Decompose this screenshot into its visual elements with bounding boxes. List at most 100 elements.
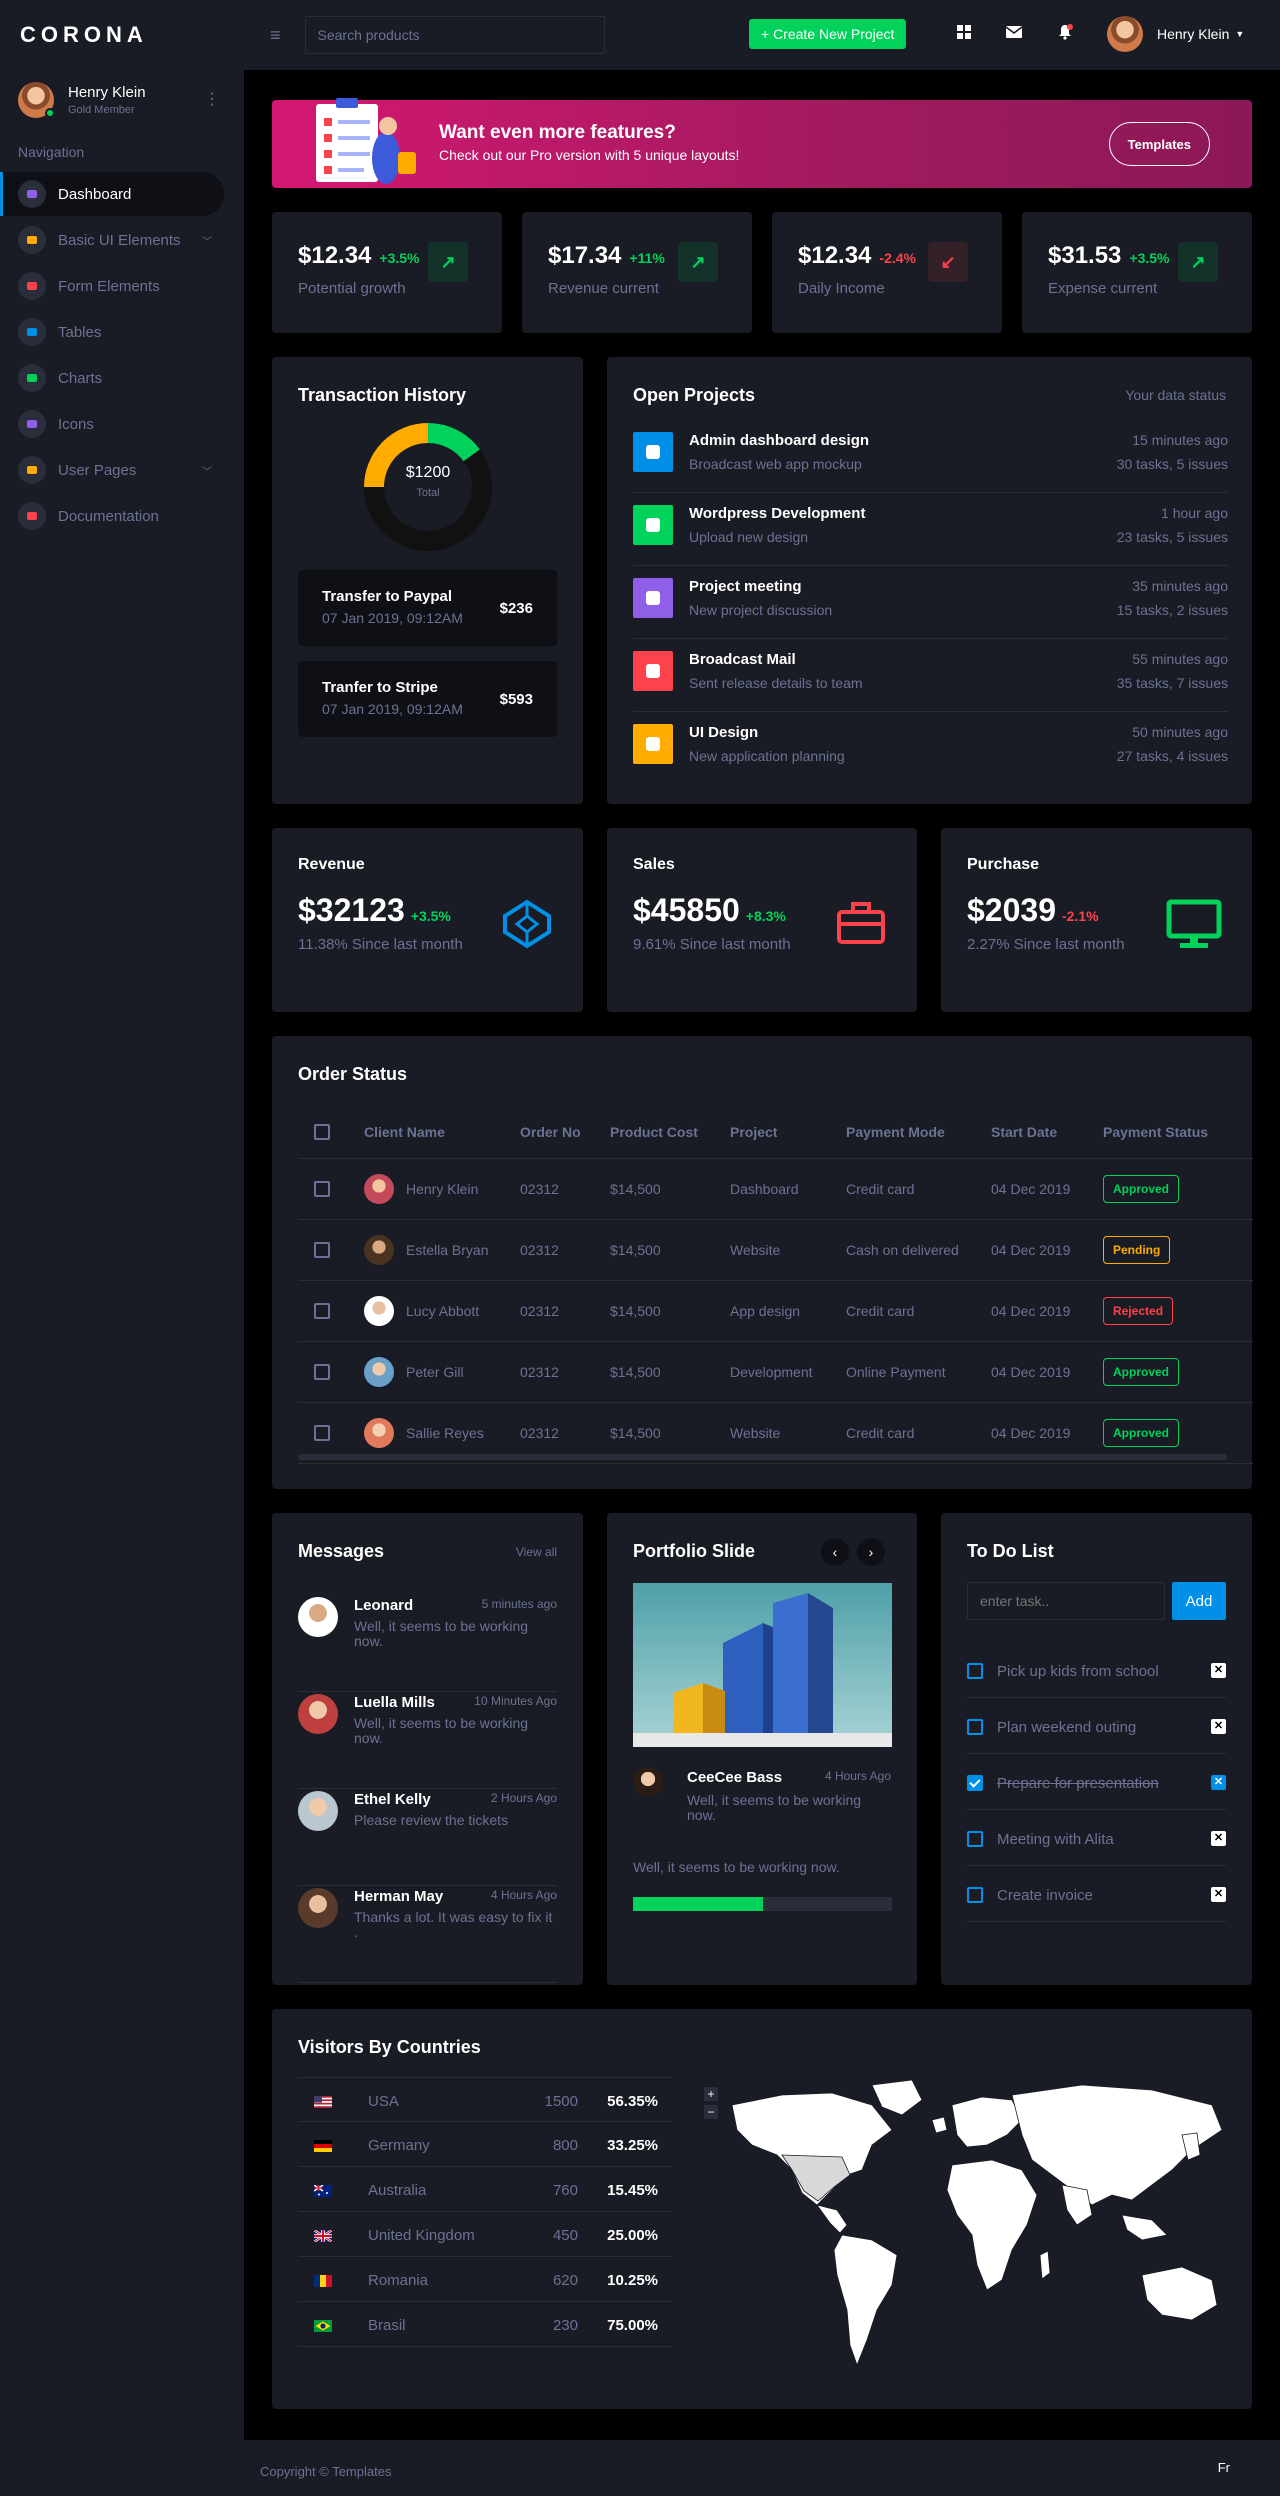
create-project-button[interactable]: + Create New Project <box>749 19 907 49</box>
remove-task-icon[interactable]: ✕ <box>1211 1887 1226 1902</box>
next-slide-icon[interactable]: › <box>857 1538 885 1566</box>
row-checkbox[interactable] <box>314 1303 330 1320</box>
map-zoom-out-button[interactable]: − <box>704 2105 718 2119</box>
search-input[interactable] <box>304 16 605 54</box>
todo-checkbox[interactable] <box>967 1831 983 1847</box>
nav-title: Navigation <box>18 144 85 160</box>
mini-stat-card: Revenue $32123 +3.5% 11.38% Since last mo… <box>272 828 583 1012</box>
mail-icon[interactable] <box>1004 22 1024 42</box>
menu-toggle-icon[interactable]: ≡ <box>270 25 281 46</box>
message-item[interactable]: Ethel Kelly 2 Hours Ago Please review th… <box>298 1789 557 1886</box>
view-all-link[interactable]: View all <box>516 1545 557 1559</box>
messages-card: Messages View all Leonard 5 minutes ago … <box>272 1513 583 1985</box>
remove-task-icon[interactable]: ✕ <box>1211 1719 1226 1734</box>
map-zoom-in-button[interactable]: + <box>704 2087 718 2101</box>
todo-checkbox[interactable] <box>967 1719 983 1735</box>
caret-down-icon: ▼ <box>1235 29 1245 39</box>
sidebar-item-label: Tables <box>58 323 102 341</box>
transaction-item[interactable]: Transfer to Paypal 07 Jan 2019, 09:12AM … <box>298 570 557 646</box>
table-row[interactable]: Peter Gill 02312 $14,500 Development Onl… <box>298 1341 1253 1403</box>
sidebar-item-charts[interactable]: Charts <box>0 356 224 400</box>
sidebar-item-dashboard[interactable]: Dashboard <box>0 172 224 216</box>
todo-checkbox[interactable] <box>967 1663 983 1679</box>
sidebar-item-form-elements[interactable]: Form Elements <box>0 264 224 308</box>
stat-value: $12.34 <box>298 242 372 269</box>
world-map[interactable] <box>722 2075 1226 2375</box>
message-time: 5 minutes ago <box>481 1597 557 1611</box>
sidebar-item-documentation[interactable]: Documentation <box>0 494 224 538</box>
row-checkbox[interactable] <box>314 1181 330 1198</box>
column-header: Payment Status <box>1103 1106 1253 1159</box>
project-item[interactable]: Broadcast Mail Sent release details to t… <box>633 639 1228 712</box>
grid-icon[interactable] <box>954 22 974 42</box>
project-item[interactable]: Wordpress Development Upload new design … <box>633 493 1228 566</box>
chart-icon <box>18 364 46 392</box>
stat-label: Daily Income <box>798 280 885 297</box>
row-checkbox[interactable] <box>314 1242 330 1259</box>
todo-text: Plan weekend outing <box>997 1719 1137 1736</box>
project-item[interactable]: UI Design New application planning 50 mi… <box>633 712 1228 785</box>
mini-percent: +8.3% <box>745 908 786 924</box>
project-item[interactable]: Admin dashboard design Broadcast web app… <box>633 420 1228 493</box>
todo-checkbox[interactable] <box>967 1887 983 1903</box>
file-icon <box>633 432 673 472</box>
clock-icon <box>633 578 673 618</box>
message-sender: Ethel Kelly <box>354 1791 431 1808</box>
client-name: Estella Bryan <box>406 1241 489 1258</box>
table-row[interactable]: Henry Klein 02312 $14,500 Dashboard Cred… <box>298 1158 1253 1220</box>
transaction-title: Transfer to Paypal <box>322 588 453 605</box>
banner-title: Want even more features? <box>439 122 676 143</box>
payment-mode: Credit card <box>846 1158 991 1220</box>
visitor-count: 800 <box>552 2137 578 2154</box>
briefcase-icon <box>835 898 887 953</box>
message-item[interactable]: Leonard 5 minutes ago Well, it seems to … <box>298 1595 557 1692</box>
mini-value: $2039 <box>967 892 1056 928</box>
flag-de-icon <box>314 2139 332 2152</box>
message-item[interactable]: Luella Mills 10 Minutes Ago Well, it see… <box>298 1692 557 1789</box>
select-all-checkbox[interactable] <box>314 1124 330 1141</box>
avatar[interactable] <box>18 82 55 118</box>
project-item[interactable]: Project meeting New project discussion 3… <box>633 566 1228 639</box>
kebab-menu-icon[interactable]: ⋮ <box>204 92 220 108</box>
remove-task-icon[interactable]: ✕ <box>1211 1663 1226 1678</box>
avatar <box>1107 16 1143 52</box>
sidebar-item-tables[interactable]: Tables <box>0 310 224 354</box>
todo-checkbox[interactable] <box>967 1775 983 1791</box>
column-header: Project <box>730 1106 846 1159</box>
message-sender: Leonard <box>354 1597 414 1614</box>
templates-button[interactable]: Templates <box>1108 122 1210 166</box>
bell-icon[interactable] <box>1055 22 1075 42</box>
add-task-button[interactable]: Add <box>1172 1582 1226 1620</box>
remove-task-icon[interactable]: ✕ <box>1211 1775 1226 1790</box>
project-title: Project meeting <box>689 578 802 595</box>
prev-slide-icon[interactable]: ‹ <box>821 1538 849 1566</box>
mini-subtitle: 2.27% Since last month <box>967 936 1125 953</box>
row-checkbox[interactable] <box>314 1364 330 1381</box>
row-checkbox[interactable] <box>314 1425 330 1442</box>
sidebar-item-user-pages[interactable]: User Pages ﹀ <box>0 448 224 492</box>
stat-card: $17.34 +11% Revenue current ↗ <box>522 212 752 333</box>
card-title: Sales <box>633 856 675 873</box>
table-row[interactable]: Estella Bryan 02312 $14,500 Website Cash… <box>298 1219 1253 1281</box>
avatar <box>298 1791 338 1831</box>
sidebar-item-basic-ui-elements[interactable]: Basic UI Elements ﹀ <box>0 218 224 262</box>
card-title: Transaction History <box>298 385 467 405</box>
project-subtitle: New application planning <box>689 748 845 764</box>
sidebar-item-icons[interactable]: Icons <box>0 402 224 446</box>
client-name: Peter Gill <box>406 1363 464 1380</box>
user-menu[interactable]: Henry Klein ▼ <box>1107 16 1244 52</box>
message-sender: Herman May <box>354 1888 444 1905</box>
horizontal-scrollbar[interactable] <box>298 1454 1227 1460</box>
project-name: Development <box>730 1341 846 1403</box>
transaction-item[interactable]: Tranfer to Stripe 07 Jan 2019, 09:12AM $… <box>298 661 557 737</box>
todo-item: Pick up kids from school ✕ <box>967 1643 1226 1698</box>
project-tasks: 15 tasks, 2 issues <box>1116 602 1228 618</box>
country-name: United Kingdom <box>368 2227 475 2244</box>
order-no: 02312 <box>520 1280 610 1342</box>
remove-task-icon[interactable]: ✕ <box>1211 1831 1226 1846</box>
new-task-input[interactable] <box>967 1582 1165 1620</box>
brand-logo[interactable]: CORONA <box>0 0 244 70</box>
avatar <box>298 1694 338 1734</box>
message-item[interactable]: Herman May 4 Hours Ago Thanks a lot. It … <box>298 1886 557 1983</box>
table-row[interactable]: Lucy Abbott 02312 $14,500 App design Cre… <box>298 1280 1253 1342</box>
